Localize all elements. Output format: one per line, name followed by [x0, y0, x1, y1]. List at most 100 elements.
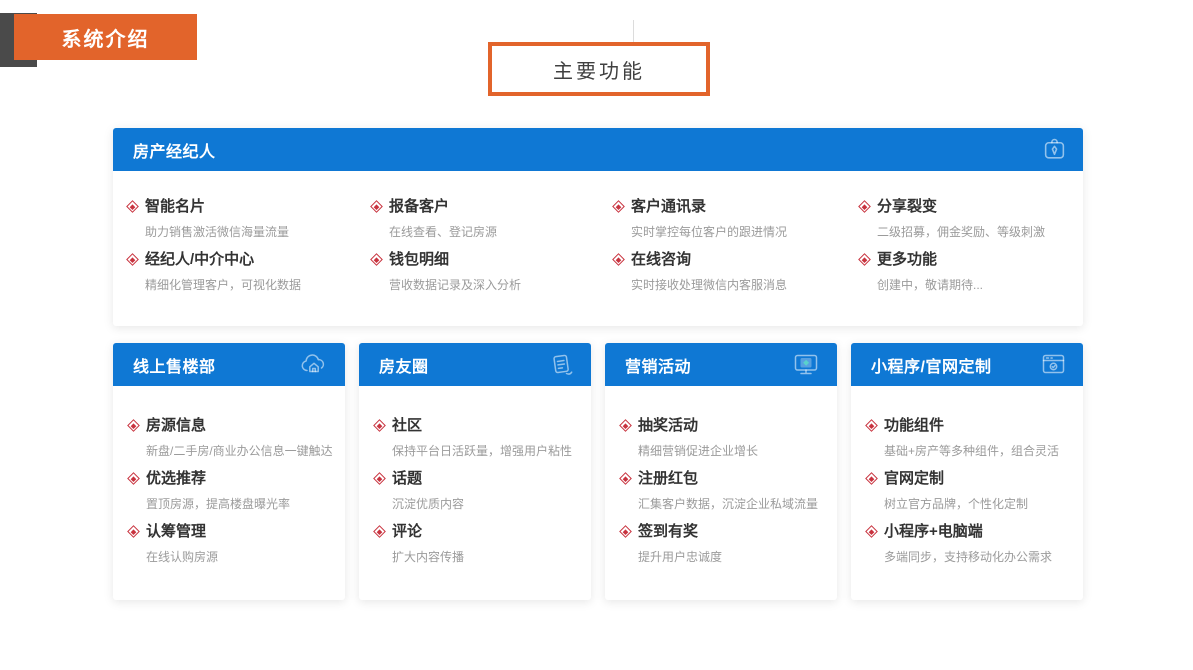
diamond-bullet-icon: [865, 525, 878, 538]
card-miniprogram-title: 小程序/官网定制: [871, 353, 991, 377]
feature-item: 官网定制 树立官方品牌，个性化定制: [866, 469, 1073, 512]
feature-item: 更多功能 创建中，敬请期待...: [859, 250, 1073, 293]
diamond-bullet-icon: [370, 253, 383, 266]
feature-title: 功能组件: [884, 416, 1059, 435]
feature-item: 注册红包 汇集客户数据，沉淀企业私域流量: [620, 469, 827, 512]
feature-title: 社区: [392, 416, 572, 435]
card-marketing-header: 营销活动: [605, 343, 837, 386]
feature-item: 社区 保持平台日活跃量，增强用户粘性: [374, 416, 581, 459]
diamond-bullet-icon: [373, 525, 386, 538]
feature-item: 优选推荐 置顶房源，提高楼盘曝光率: [128, 469, 335, 512]
diamond-bullet-icon: [127, 419, 140, 432]
card-miniprogram: 小程序/官网定制 功能组件 基础+房产等多种组件，组: [851, 343, 1083, 600]
feature-title: 报备客户: [389, 197, 497, 216]
feature-title: 经纪人/中介中心: [145, 250, 301, 269]
feature-item: 认筹管理 在线认购房源: [128, 522, 335, 565]
feature-desc: 二级招募，佣金奖励、等级刺激: [877, 224, 1045, 240]
diamond-bullet-icon: [370, 200, 383, 213]
slide-corner-tag: 系统介绍: [14, 14, 197, 60]
news-feed-icon: [548, 352, 575, 378]
feature-title: 钱包明细: [389, 250, 521, 269]
card-agent-body: 智能名片 助力销售激活微信海量流量 经纪人/中介中心 精细化管理客户，可视化数据…: [113, 171, 1083, 326]
feature-item: 钱包明细 营收数据记录及深入分析: [371, 250, 613, 293]
card-miniprogram-header: 小程序/官网定制: [851, 343, 1083, 386]
section-title-box: 主要功能: [488, 42, 710, 96]
feature-item: 抽奖活动 精细营销促进企业增长: [620, 416, 827, 459]
feature-item: 功能组件 基础+房产等多种组件，组合灵活: [866, 416, 1073, 459]
feature-cards: 房产经纪人 智能名片 助力销售激活微信海量流量 经纪人/中: [113, 128, 1083, 600]
diamond-bullet-icon: [858, 200, 871, 213]
feature-title: 注册红包: [638, 469, 818, 488]
feature-desc: 在线查看、登记房源: [389, 224, 497, 240]
diamond-bullet-icon: [126, 200, 139, 213]
card-agent: 房产经纪人 智能名片 助力销售激活微信海量流量 经纪人/中: [113, 128, 1083, 326]
feature-title: 分享裂变: [877, 197, 1045, 216]
diamond-bullet-icon: [127, 525, 140, 538]
feature-desc: 提升用户忠诚度: [638, 549, 722, 565]
corner-tag-label: 系统介绍: [62, 23, 150, 52]
card-friends-circle: 房友圈 社区 保持平台日活跃量，增强用户粘性: [359, 343, 591, 600]
diamond-bullet-icon: [373, 419, 386, 432]
card-sales-office-title: 线上售楼部: [133, 353, 216, 377]
feature-title: 话题: [392, 469, 464, 488]
feature-title: 智能名片: [145, 197, 289, 216]
card-agent-title: 房产经纪人: [133, 138, 216, 162]
feature-title: 更多功能: [877, 250, 983, 269]
diamond-bullet-icon: [612, 200, 625, 213]
card-sales-office: 线上售楼部 房源信息 新盘/二手房/商业办公信息一键触达: [113, 343, 345, 600]
feature-item: 分享裂变 二级招募，佣金奖励、等级刺激: [859, 197, 1073, 240]
feature-title: 房源信息: [146, 416, 333, 435]
diamond-bullet-icon: [865, 472, 878, 485]
cloud-house-icon: [299, 352, 329, 377]
feature-item: 经纪人/中介中心 精细化管理客户，可视化数据: [127, 250, 371, 293]
card-friends-circle-header: 房友圈: [359, 343, 591, 386]
feature-title: 认筹管理: [146, 522, 218, 541]
feature-desc: 基础+房产等多种组件，组合灵活: [884, 443, 1059, 459]
title-decor-line: [633, 20, 634, 44]
feature-desc: 树立官方品牌，个性化定制: [884, 496, 1028, 512]
feature-title: 客户通讯录: [631, 197, 787, 216]
card-row: 线上售楼部 房源信息 新盘/二手房/商业办公信息一键触达: [113, 343, 1083, 600]
card-friends-circle-title: 房友圈: [379, 353, 429, 377]
diamond-bullet-icon: [619, 525, 632, 538]
feature-item: 客户通讯录 实时掌控每位客户的跟进情况: [613, 197, 859, 240]
feature-desc: 创建中，敬请期待...: [877, 277, 983, 293]
feature-desc: 实时掌控每位客户的跟进情况: [631, 224, 787, 240]
feature-title: 小程序+电脑端: [884, 522, 1052, 541]
feature-desc: 营收数据记录及深入分析: [389, 277, 521, 293]
feature-desc: 保持平台日活跃量，增强用户粘性: [392, 443, 572, 459]
card-marketing-body: 抽奖活动 精细营销促进企业增长 注册红包 汇集客户数据，沉淀企业私域流量 签到有…: [605, 386, 837, 565]
diamond-bullet-icon: [619, 472, 632, 485]
monitor-tag-icon: [791, 352, 821, 378]
feature-title: 评论: [392, 522, 464, 541]
card-friends-circle-body: 社区 保持平台日活跃量，增强用户粘性 话题 沉淀优质内容 评论 扩大内容传播: [359, 386, 591, 565]
feature-desc: 助力销售激活微信海量流量: [145, 224, 289, 240]
card-agent-header: 房产经纪人: [113, 128, 1083, 171]
card-marketing: 营销活动 抽奖活动 精细营销促进企业增长: [605, 343, 837, 600]
feature-desc: 精细化管理客户，可视化数据: [145, 277, 301, 293]
diamond-bullet-icon: [127, 472, 140, 485]
feature-item: 智能名片 助力销售激活微信海量流量: [127, 197, 371, 240]
feature-title: 签到有奖: [638, 522, 722, 541]
feature-item: 小程序+电脑端 多端同步，支持移动化办公需求: [866, 522, 1073, 565]
feature-item: 在线咨询 实时接收处理微信内客服消息: [613, 250, 859, 293]
feature-item: 评论 扩大内容传播: [374, 522, 581, 565]
card-sales-office-body: 房源信息 新盘/二手房/商业办公信息一键触达 优选推荐 置顶房源，提高楼盘曝光率…: [113, 386, 345, 565]
section-title: 主要功能: [553, 55, 645, 84]
feature-item: 房源信息 新盘/二手房/商业办公信息一键触达: [128, 416, 335, 459]
card-miniprogram-body: 功能组件 基础+房产等多种组件，组合灵活 官网定制 树立官方品牌，个性化定制 小…: [851, 386, 1083, 565]
feature-desc: 在线认购房源: [146, 549, 218, 565]
feature-desc: 扩大内容传播: [392, 549, 464, 565]
diamond-bullet-icon: [612, 253, 625, 266]
feature-title: 抽奖活动: [638, 416, 758, 435]
card-sales-office-header: 线上售楼部: [113, 343, 345, 386]
feature-desc: 汇集客户数据，沉淀企业私域流量: [638, 496, 818, 512]
feature-desc: 多端同步，支持移动化办公需求: [884, 549, 1052, 565]
feature-item: 签到有奖 提升用户忠诚度: [620, 522, 827, 565]
badge-icon: [1042, 137, 1067, 162]
diamond-bullet-icon: [858, 253, 871, 266]
feature-item: 话题 沉淀优质内容: [374, 469, 581, 512]
diamond-bullet-icon: [865, 419, 878, 432]
feature-title: 在线咨询: [631, 250, 787, 269]
browser-window-icon: [1040, 352, 1067, 377]
